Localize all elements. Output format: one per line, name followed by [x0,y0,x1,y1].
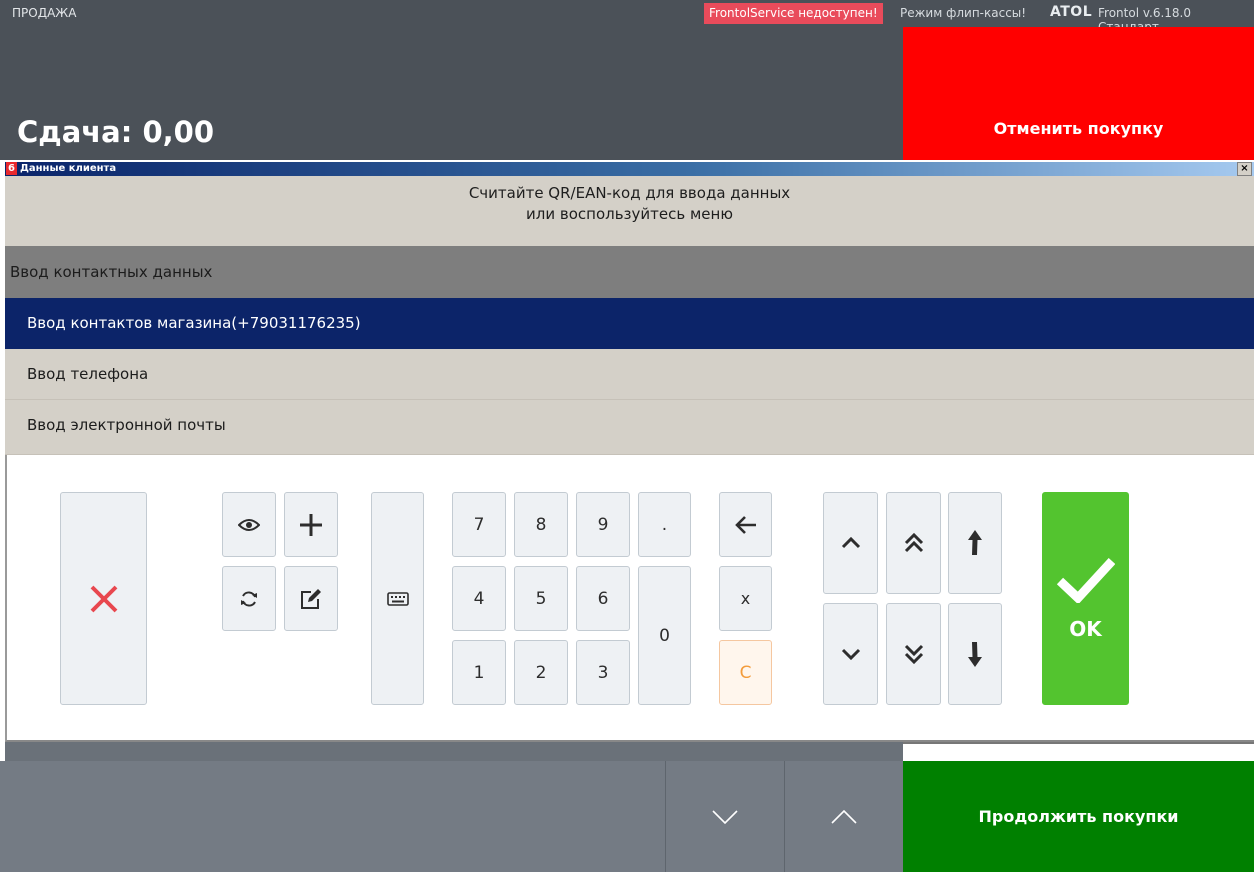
close-icon[interactable]: × [1237,162,1252,176]
double-chevron-down-icon [904,644,923,664]
key-decimal-point[interactable]: . [638,492,691,557]
home-button[interactable] [948,492,1002,594]
arrow-up-top-icon [968,530,982,555]
multiply-button[interactable]: x [719,566,772,631]
delete-icon [90,585,117,612]
edit-button[interactable] [284,566,338,631]
prompt-line-1: Считайте QR/EAN-код для ввода данных [468,184,791,202]
dialog-number: 6 [6,162,17,175]
clear-button[interactable]: C [719,640,772,705]
chevron-up-icon [841,537,860,549]
atol-logo: ATOL [1050,4,1093,20]
key-8[interactable]: 8 [514,492,568,557]
dialog-title: Данные клиента [19,163,117,174]
refresh-button[interactable] [222,566,276,631]
key-4[interactable]: 4 [452,566,506,631]
edit-icon [301,588,321,609]
menu-item-store-contacts[interactable]: Ввод контактов магазина(+79031176235) [5,298,1254,349]
key-9[interactable]: 9 [576,492,630,557]
delete-button[interactable] [60,492,147,705]
ok-label: OK [1069,616,1102,641]
page-up-button[interactable] [886,492,941,594]
menu-header: Ввод контактных данных [5,246,1254,298]
key-1[interactable]: 1 [452,640,506,705]
page-down-button[interactable] [886,603,941,705]
key-2[interactable]: 2 [514,640,568,705]
keyboard-button[interactable] [371,492,424,705]
ok-button[interactable]: OK [1042,492,1129,705]
down-button[interactable] [823,603,878,705]
title-bar: ПРОДАЖА FrontolService недоступен! Режим… [0,0,1254,34]
add-button[interactable] [284,492,338,557]
key-6[interactable]: 6 [576,566,630,631]
service-status-badge: FrontolService недоступен! [704,3,883,24]
refresh-icon [241,590,257,607]
chevron-up-icon [831,809,857,824]
checkmark-icon [1056,557,1115,603]
menu-item-email[interactable]: Ввод электронной почты [5,400,1254,455]
change-amount: Сдача: 0,00 [17,115,214,149]
mode-label: ПРОДАЖА [12,6,77,20]
change-panel: Сдача: 0,00 [0,27,903,160]
keyboard-icon [386,591,409,606]
double-chevron-up-icon [904,533,923,553]
continue-shopping-button[interactable]: Продолжить покупки [903,761,1254,872]
dialog-caption-bar: 6 Данные клиента × [5,162,1254,176]
arrow-down-bottom-icon [968,642,982,667]
prompt-line-2: или воспользуйтесь меню [526,205,733,223]
key-0[interactable]: 0 [638,566,691,705]
scroll-down-button[interactable] [665,761,785,872]
end-button[interactable] [948,603,1002,705]
view-button[interactable] [222,492,276,557]
key-3[interactable]: 3 [576,640,630,705]
scroll-up-button[interactable] [785,761,903,872]
key-7[interactable]: 7 [452,492,506,557]
scan-prompt: Считайте QR/EAN-код для ввода данных или… [5,176,1254,246]
chevron-down-icon [712,809,738,824]
cancel-purchase-button[interactable]: Отменить покупку [903,27,1254,160]
plus-icon [300,513,322,536]
key-5[interactable]: 5 [514,566,568,631]
continue-top-strip [903,742,1254,761]
up-button[interactable] [823,492,878,594]
flip-mode-label: Режим флип-кассы! [900,6,1027,20]
arrow-left-icon [734,515,756,534]
bottom-divider [5,742,903,761]
chevron-down-icon [841,648,860,660]
backspace-button[interactable] [719,492,772,557]
eye-icon [238,518,260,531]
menu-item-phone[interactable]: Ввод телефона [5,349,1254,400]
